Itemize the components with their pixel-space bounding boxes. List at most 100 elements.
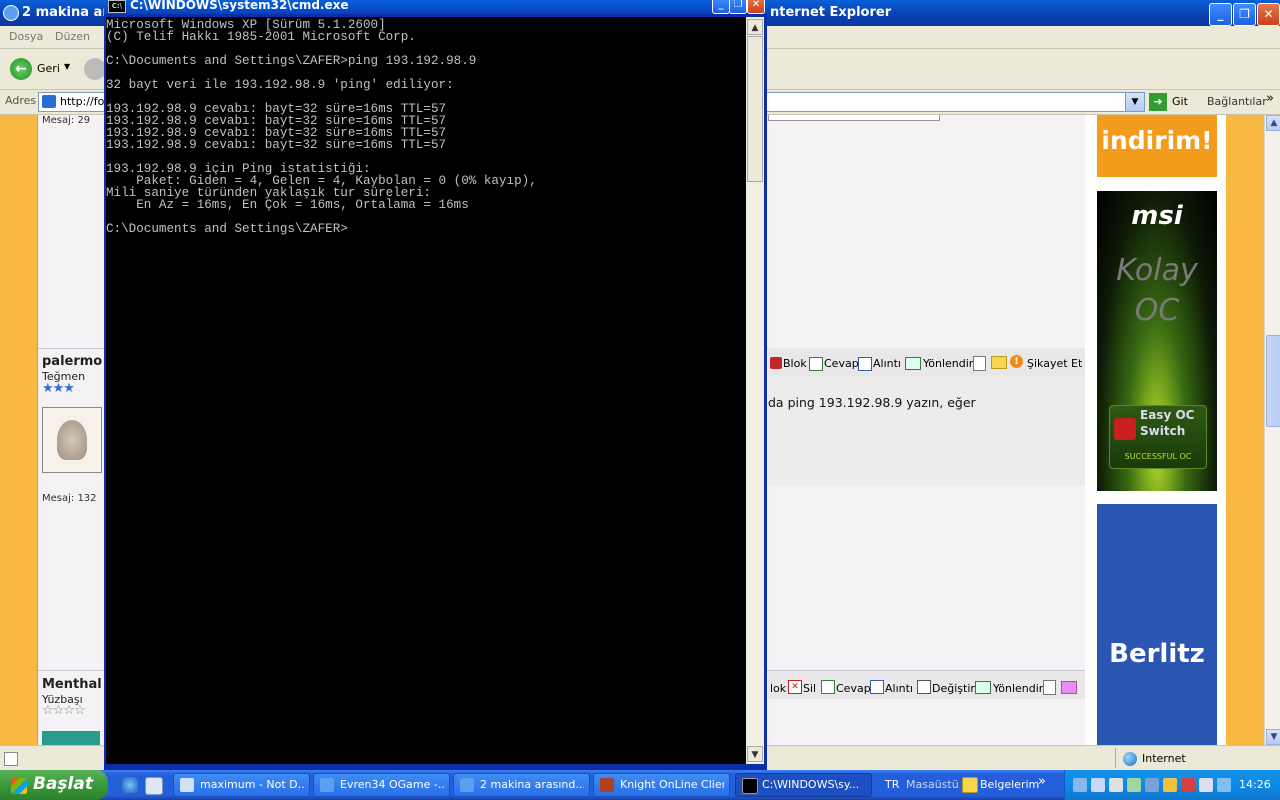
cmd-vertical-scrollbar[interactable]: ▲ ▼ xyxy=(746,17,764,764)
scroll-down-icon[interactable]: ▼ xyxy=(747,746,763,762)
page-left-border xyxy=(0,115,38,745)
ie-icon xyxy=(3,5,19,21)
input-fragment xyxy=(768,115,940,121)
forward-mail-icon xyxy=(975,681,991,694)
task-label: C:\WINDOWS\sy... xyxy=(762,778,860,791)
ad-banner-msi[interactable]: msi Kolay OC Easy OC Switch SUCCESSFUL O… xyxy=(1097,191,1217,491)
tray-app-icon[interactable] xyxy=(1145,778,1159,792)
tray-app-icon[interactable] xyxy=(1091,778,1105,792)
scroll-thumb[interactable] xyxy=(1266,335,1280,427)
cmd-close-button[interactable]: ✕ xyxy=(747,0,765,14)
scroll-up-icon[interactable]: ▲ xyxy=(747,19,763,35)
start-label: Başlat xyxy=(33,774,93,794)
documents-toolbar[interactable]: Belgelerim xyxy=(980,778,1039,791)
reply-link[interactable]: Cevap xyxy=(836,682,871,695)
forward-link[interactable]: Yönlendir xyxy=(993,682,1043,695)
block-link[interactable]: lok xyxy=(770,682,786,695)
scroll-down-icon[interactable]: ▼ xyxy=(1266,729,1280,745)
quote-link[interactable]: Alıntı xyxy=(885,682,913,695)
forward-arrow-icon[interactable] xyxy=(84,58,106,80)
page-status-icon xyxy=(4,752,18,766)
tray-app-icon[interactable] xyxy=(1217,778,1231,792)
zone-label: Internet xyxy=(1142,752,1186,765)
cmd-window: C:\ C:\WINDOWS\system32\cmd.exe _ ❐ ✕ Mi… xyxy=(104,0,767,770)
menu-dosya[interactable]: Dosya xyxy=(9,30,43,43)
cmd-titlebar[interactable]: C:\ C:\WINDOWS\system32\cmd.exe _ ❐ ✕ xyxy=(104,0,767,14)
volume-icon[interactable] xyxy=(1199,778,1213,792)
easy-oc-line1: Easy OC xyxy=(1140,408,1195,422)
cmd-restore-button[interactable]: ❐ xyxy=(729,0,747,14)
forward-link[interactable]: Yönlendir xyxy=(923,357,973,370)
block-link[interactable]: Blok xyxy=(783,357,807,370)
links-label[interactable]: Bağlantılar xyxy=(1207,95,1267,108)
task-ogame[interactable]: Evren34 OGame -... xyxy=(313,773,450,797)
tray-app-icon[interactable] xyxy=(1109,778,1123,792)
links-chevron-icon[interactable]: » xyxy=(1266,91,1274,106)
back-arrow-icon[interactable]: ← xyxy=(10,58,32,80)
documents-folder-icon xyxy=(962,777,978,793)
post3-user[interactable]: Menthal xyxy=(42,677,102,692)
post2-user[interactable]: palermo xyxy=(42,354,102,369)
reply-link[interactable]: Cevap xyxy=(824,357,859,370)
task-forum[interactable]: 2 makina arasınd... xyxy=(453,773,590,797)
show-desktop-icon[interactable] xyxy=(145,777,163,795)
start-button[interactable]: Başlat xyxy=(0,770,108,800)
toolbar-chevron-icon[interactable]: » xyxy=(1038,774,1046,789)
post2-count: Mesaj: 132 xyxy=(42,493,97,504)
language-indicator[interactable]: TR xyxy=(885,778,899,791)
cmd-console[interactable]: Microsoft Windows XP [Sürüm 5.1.2600] (C… xyxy=(106,17,746,764)
quote-link[interactable]: Alıntı xyxy=(873,357,901,370)
folder-icon[interactable] xyxy=(991,356,1007,369)
ie-vertical-scrollbar[interactable]: ▲ ▼ xyxy=(1264,115,1280,745)
clock[interactable]: 14:26 xyxy=(1239,778,1271,791)
windows-flag-icon xyxy=(11,778,27,794)
ie-icon xyxy=(320,778,334,792)
scroll-thumb[interactable] xyxy=(747,36,763,182)
notepad-icon xyxy=(180,778,194,792)
address-value: http://fo xyxy=(60,95,105,108)
switch-icon xyxy=(1114,418,1136,440)
tray-app-icon[interactable] xyxy=(1127,778,1141,792)
back-dropdown-icon[interactable]: ▼ xyxy=(64,62,70,71)
ie-maximize-button[interactable]: ❐ xyxy=(1233,3,1256,26)
warning-icon: ! xyxy=(1010,355,1023,368)
task-notepad[interactable]: maximum - Not D... xyxy=(173,773,310,797)
knight-online-icon xyxy=(600,778,614,792)
task-cmd[interactable]: C:\WINDOWS\sy... xyxy=(735,773,872,797)
address-label: Adres xyxy=(5,94,37,107)
delete-link[interactable]: Sil xyxy=(803,682,816,695)
task-knight-online[interactable]: Knight OnLine Client xyxy=(593,773,730,797)
address-dropdown-icon[interactable]: ▼ xyxy=(1125,92,1145,112)
document-icon[interactable] xyxy=(1043,680,1056,695)
ie-close-button[interactable]: ✕ xyxy=(1257,3,1280,26)
post2-body: da ping 193.192.98.9 yazın, eğer xyxy=(768,376,1085,486)
page-right-border xyxy=(1226,115,1264,745)
post2-text: da ping 193.192.98.9 yazın, eğer xyxy=(768,395,976,410)
scroll-up-icon[interactable]: ▲ xyxy=(1266,115,1280,131)
cmd-title: C:\WINDOWS\system32\cmd.exe xyxy=(130,0,349,12)
post-toolbar-1: Blok Cevap Alıntı Yönlendir ! Şikayet Et xyxy=(768,348,1085,376)
ie-minimize-button[interactable]: _ xyxy=(1209,3,1232,26)
go-arrow-icon[interactable]: ➜ xyxy=(1149,93,1167,111)
menu-duzen[interactable]: Düzen xyxy=(55,30,90,43)
ie-quicklaunch-icon[interactable] xyxy=(122,777,138,793)
cmd-output: Microsoft Windows XP [Sürüm 5.1.2600] (C… xyxy=(106,18,537,236)
document-icon[interactable] xyxy=(973,356,986,371)
block-icon xyxy=(770,357,782,369)
folder-icon[interactable] xyxy=(1061,681,1077,694)
ie-icon xyxy=(460,778,474,792)
network-icon[interactable] xyxy=(1073,778,1087,792)
cmd-minimize-button[interactable]: _ xyxy=(712,0,730,14)
reply-icon xyxy=(809,357,823,371)
report-link[interactable]: Şikayet Et xyxy=(1027,357,1082,370)
go-label[interactable]: Git xyxy=(1172,95,1188,108)
desktop-toolbar[interactable]: Masaüstü xyxy=(906,778,959,791)
ad-banner-berlitz[interactable]: Berlitz xyxy=(1097,504,1217,745)
back-label[interactable]: Geri xyxy=(37,62,60,75)
ad-banner-discount[interactable]: indirim! xyxy=(1097,115,1217,177)
tray-app-icon[interactable] xyxy=(1163,778,1177,792)
quote-icon xyxy=(858,357,872,371)
taskbar: Başlat maximum - Not D... Evren34 OGame … xyxy=(0,770,1280,800)
edit-link[interactable]: Değiştir xyxy=(932,682,975,695)
tray-app-icon[interactable] xyxy=(1181,778,1195,792)
